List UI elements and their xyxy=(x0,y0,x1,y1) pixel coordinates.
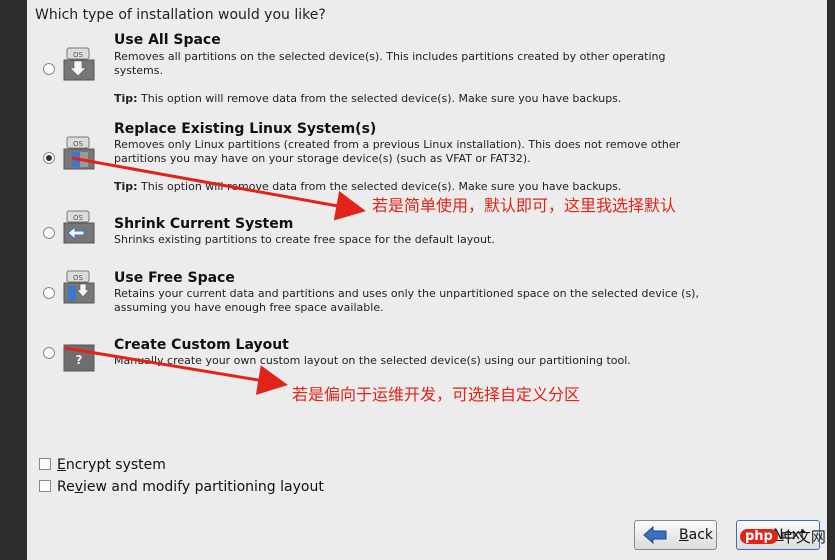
annotation-arrows xyxy=(64,156,366,395)
watermark-cn: 中文网 xyxy=(780,528,826,546)
watermark-php: php xyxy=(740,529,778,544)
annotation-note-default: 若是简单使用，默认即可，这里我选择默认 xyxy=(372,196,677,215)
annotation-note-custom: 若是偏向于运维开发，可选择自定义分区 xyxy=(292,385,581,404)
annotation-arrow-custom xyxy=(64,346,288,395)
php-cn-watermark: php 中文网 xyxy=(740,526,826,547)
annotation-arrow-default xyxy=(71,156,366,221)
